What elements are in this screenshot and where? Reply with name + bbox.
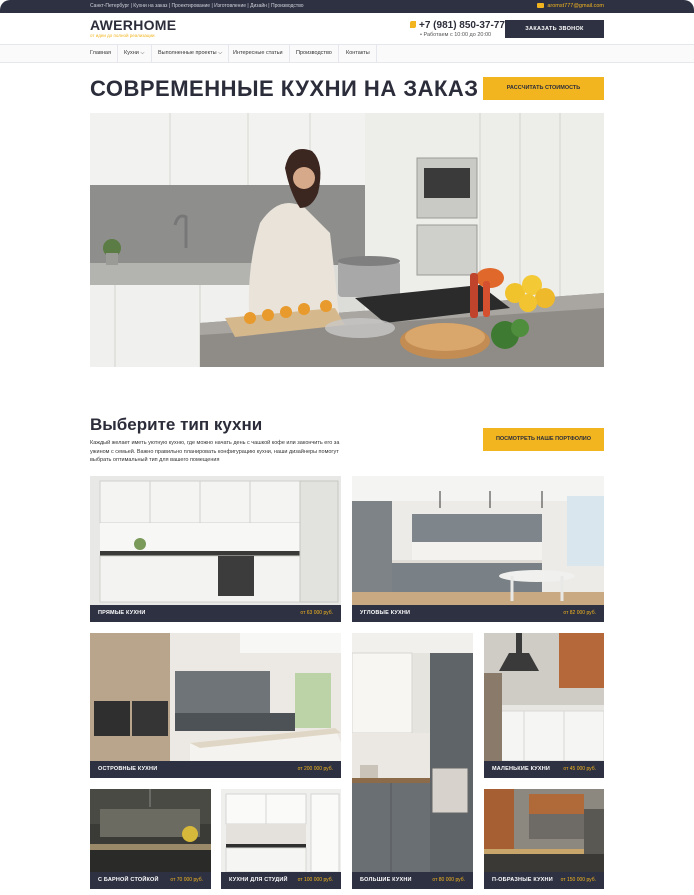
nav-item-projects[interactable]: Выполненные проекты ⌵ <box>152 45 230 62</box>
page-title: СОВРЕМЕННЫЕ КУХНИ НА ЗАКАЗ <box>90 76 479 101</box>
card-title: С БАРНОЙ СТОЙКОЙ <box>98 877 159 883</box>
kitchen-type-card-corner[interactable]: УГЛОВЫЕ КУХНИ от 82 000 руб. <box>352 476 604 622</box>
kitchen-types-heading: Выберите тип кухни <box>90 415 263 434</box>
hero-kitchen-illustration <box>90 113 604 367</box>
card-title: КУХНИ ДЛЯ СТУДИЙ <box>229 877 288 883</box>
phone-link[interactable]: +7 (981) 850-37-77 <box>410 20 505 31</box>
card-title: П-ОБРАЗНЫЕ КУХНИ <box>492 877 553 883</box>
phone-number: +7 (981) 850-37-77 <box>419 20 505 31</box>
card-price: от 200 000 руб. <box>297 766 333 772</box>
card-price: от 70 000 руб. <box>170 877 203 883</box>
order-call-button[interactable]: ЗАКАЗАТЬ ЗВОНОК <box>505 20 604 38</box>
nav-item-contacts[interactable]: Контакты <box>340 45 377 62</box>
card-title: УГЛОВЫЕ КУХНИ <box>360 610 411 616</box>
phone-icon <box>410 21 416 28</box>
card-price: от 45 000 руб. <box>563 766 596 772</box>
kitchen-type-card-straight[interactable]: ПРЯМЫЕ КУХНИ от 63 000 руб. <box>90 476 341 622</box>
kitchen-types-description: Каждый желает иметь уютную кухню, где мо… <box>90 440 340 463</box>
card-price: от 82 000 руб. <box>563 610 596 616</box>
kitchen-type-card-large[interactable]: БОЛЬШИЕ КУХНИ от 80 000 руб. <box>352 633 473 889</box>
working-hours: • Работаем с 10:00 до 20:00 <box>420 32 492 38</box>
card-caption-bar: УГЛОВЫЕ КУХНИ от 82 000 руб. <box>352 605 604 622</box>
hero-image <box>90 113 604 367</box>
nav-item-kitchens[interactable]: Кухни ⌵ <box>118 45 152 62</box>
email-text: aromst777@gmail.com <box>547 3 604 9</box>
email-link[interactable]: aromst777@gmail.com <box>537 3 604 9</box>
card-title: БОЛЬШИЕ КУХНИ <box>360 877 412 883</box>
straight-kitchen-image <box>90 476 341 622</box>
large-kitchen-image <box>352 633 473 889</box>
calculate-cost-button[interactable]: РАССЧИТАТЬ СТОИМОСТЬ <box>483 77 604 100</box>
nav-item-articles[interactable]: Интересные статьи <box>227 45 290 62</box>
card-caption-bar: ПРЯМЫЕ КУХНИ от 63 000 руб. <box>90 605 341 622</box>
card-price: от 100 000 руб. <box>297 877 333 883</box>
top-bar: Санкт-Петербург | Кухни на заказ | Проек… <box>0 0 694 13</box>
card-price: от 63 000 руб. <box>300 610 333 616</box>
card-title: МАЛЕНЬКИЕ КУХНИ <box>492 766 551 772</box>
card-caption-bar: КУХНИ ДЛЯ СТУДИЙ от 100 000 руб. <box>221 872 341 889</box>
mail-icon <box>537 3 545 8</box>
card-price: от 80 000 руб. <box>432 877 465 883</box>
logo-tagline: от идеи до полной реализации <box>90 33 155 38</box>
nav-item-production[interactable]: Производство <box>290 45 339 62</box>
view-portfolio-button[interactable]: ПОСМОТРЕТЬ НАШЕ ПОРТФОЛИО <box>483 428 604 451</box>
island-kitchen-image <box>90 633 341 778</box>
card-caption-bar: С БАРНОЙ СТОЙКОЙ от 70 000 руб. <box>90 872 211 889</box>
small-kitchen-image <box>484 633 604 778</box>
kitchen-type-card-island[interactable]: ОСТРОВНЫЕ КУХНИ от 200 000 руб. <box>90 633 341 778</box>
card-caption-bar: П-ОБРАЗНЫЕ КУХНИ от 150 000 руб. <box>484 872 604 889</box>
card-title: ПРЯМЫЕ КУХНИ <box>98 610 146 616</box>
kitchen-type-card-bar-counter[interactable]: С БАРНОЙ СТОЙКОЙ от 70 000 руб. <box>90 789 211 889</box>
card-caption-bar: ОСТРОВНЫЕ КУХНИ от 200 000 руб. <box>90 761 341 778</box>
corner-kitchen-image <box>352 476 604 622</box>
card-caption-bar: БОЛЬШИЕ КУХНИ от 80 000 руб. <box>352 872 473 889</box>
card-caption-bar: МАЛЕНЬКИЕ КУХНИ от 45 000 руб. <box>484 761 604 778</box>
kitchen-type-card-u-shaped[interactable]: П-ОБРАЗНЫЕ КУХНИ от 150 000 руб. <box>484 789 604 889</box>
kitchen-type-card-small[interactable]: МАЛЕНЬКИЕ КУХНИ от 45 000 руб. <box>484 633 604 778</box>
logo[interactable]: AWERHOME <box>90 17 176 33</box>
kitchen-type-card-studio[interactable]: КУХНИ ДЛЯ СТУДИЙ от 100 000 руб. <box>221 789 341 889</box>
main-nav: Главная Кухни ⌵ Выполненные проекты ⌵ Ин… <box>0 44 694 63</box>
card-price: от 150 000 руб. <box>560 877 596 883</box>
card-title: ОСТРОВНЫЕ КУХНИ <box>98 766 158 772</box>
page: Санкт-Петербург | Кухни на заказ | Проек… <box>0 0 694 895</box>
nav-item-home[interactable]: Главная <box>84 45 118 62</box>
breadcrumb[interactable]: Санкт-Петербург | Кухни на заказ | Проек… <box>90 3 304 9</box>
